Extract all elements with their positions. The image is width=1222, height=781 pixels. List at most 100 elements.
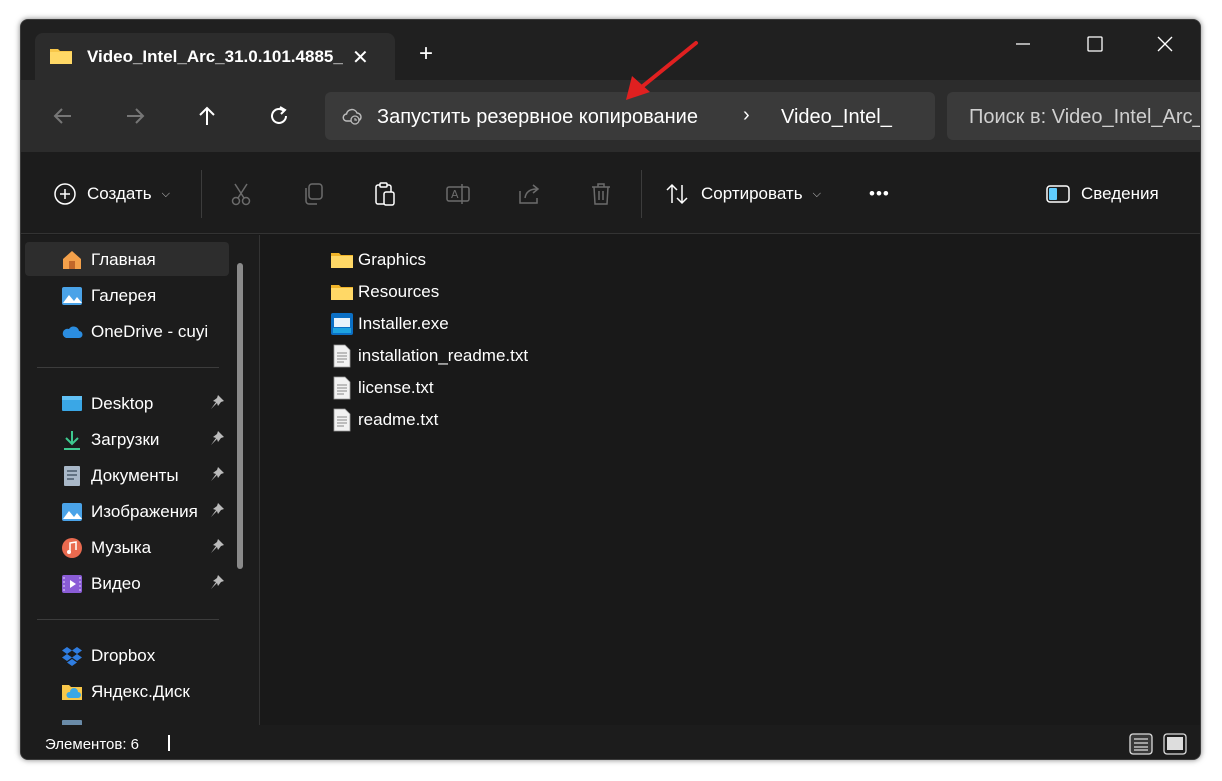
- plus-circle-icon: [54, 183, 76, 205]
- navigation-bar: Запустить резервное копирование › Video_…: [21, 80, 1200, 152]
- navigation-pane: Главная Галерея OneDrive - cuyi Desktop: [21, 235, 259, 725]
- home-icon: [63, 251, 81, 269]
- downloads-icon: [64, 431, 80, 450]
- annotation-arrow-icon: [626, 41, 698, 100]
- sidebar-item-home[interactable]: Главная: [25, 242, 229, 276]
- cut-icon[interactable]: [229, 180, 253, 208]
- paste-icon[interactable]: [373, 180, 397, 208]
- breadcrumb-current-folder[interactable]: Video_Intel_: [781, 106, 892, 129]
- divider: [37, 619, 219, 620]
- sidebar-item-onedrive[interactable]: OneDrive - cuyi: [25, 314, 229, 348]
- create-label: Создать: [87, 184, 152, 203]
- pin-icon: [211, 539, 224, 553]
- sidebar-item-partial[interactable]: [25, 710, 229, 725]
- documents-icon: [64, 466, 80, 486]
- divider: [641, 170, 642, 218]
- text-file-icon: [333, 344, 351, 368]
- file-name: license.txt: [358, 378, 434, 397]
- details-view-icon[interactable]: [1129, 733, 1153, 755]
- tab-current-folder[interactable]: Video_Intel_Arc_31.0.101.4885_ ✕: [35, 33, 395, 80]
- sidebar-item-label: Изображения: [91, 502, 198, 521]
- sidebar-item-gallery[interactable]: Галерея: [25, 278, 229, 312]
- refresh-icon[interactable]: [265, 102, 293, 130]
- sidebar-item-downloads[interactable]: Загрузки: [25, 422, 229, 456]
- pin-icon: [211, 467, 224, 481]
- sidebar-item-yandex-disk[interactable]: Яндекс.Диск: [25, 674, 229, 708]
- file-list: Graphics Resources Installer.exe install…: [260, 235, 1200, 725]
- desktop-icon: [62, 720, 82, 725]
- gallery-icon: [62, 287, 82, 305]
- sidebar-item-label: Яндекс.Диск: [91, 682, 190, 701]
- command-bar: Создать ⌵ A Сортировать ⌵ ••• Сведения: [21, 152, 1200, 234]
- sidebar-item-label: Документы: [91, 466, 179, 485]
- rename-icon[interactable]: A: [445, 180, 471, 208]
- tab-title: Video_Intel_Arc_31.0.101.4885_: [87, 47, 343, 66]
- svg-text:A: A: [451, 188, 459, 201]
- sidebar-item-label: OneDrive - cuyi: [91, 322, 209, 341]
- tab-close-icon[interactable]: ✕: [352, 45, 369, 70]
- chevron-down-icon: ⌵: [161, 187, 170, 200]
- text-caret: [168, 735, 170, 751]
- file-name: Graphics: [358, 250, 427, 269]
- file-name: installation_readme.txt: [358, 346, 529, 365]
- sort-button[interactable]: Сортировать ⌵: [665, 180, 821, 208]
- close-icon[interactable]: [1155, 34, 1175, 54]
- arrow-left-icon[interactable]: [49, 102, 77, 130]
- divider: [201, 170, 202, 218]
- new-tab-button[interactable]: +: [419, 42, 433, 66]
- minimize-icon[interactable]: [1013, 34, 1033, 54]
- text-file-icon: [333, 376, 351, 400]
- file-name: readme.txt: [358, 410, 439, 429]
- file-name: Resources: [358, 282, 440, 301]
- file-name: Installer.exe: [358, 314, 449, 333]
- arrow-up-icon[interactable]: [193, 102, 221, 130]
- desktop-icon: [62, 396, 82, 411]
- share-icon[interactable]: [517, 180, 543, 208]
- pin-icon: [211, 575, 224, 589]
- maximize-icon[interactable]: [1085, 34, 1105, 54]
- create-button[interactable]: Создать ⌵: [53, 180, 170, 208]
- yandex-disk-icon: [62, 685, 82, 700]
- sidebar-item-music[interactable]: Музыка: [25, 530, 229, 564]
- sidebar-item-label: Главная: [91, 250, 156, 269]
- sidebar-item-label: Музыка: [91, 538, 152, 557]
- pin-icon: [211, 503, 224, 517]
- pictures-icon: [62, 503, 82, 521]
- chevron-down-icon: ⌵: [812, 187, 821, 200]
- sidebar-item-label: Галерея: [91, 286, 157, 305]
- folder-icon: [50, 49, 72, 64]
- breadcrumb-separator[interactable]: ›: [743, 104, 750, 127]
- videos-icon: [62, 575, 82, 593]
- pin-icon: [211, 395, 224, 409]
- cloud-backup-icon[interactable]: [341, 105, 363, 127]
- more-options-button[interactable]: •••: [869, 180, 890, 208]
- search-input[interactable]: Поиск в: Video_Intel_Arc_31.0.101.4885_: [947, 92, 1200, 140]
- folder-icon: [331, 253, 353, 268]
- sidebar-item-desktop[interactable]: Desktop: [25, 386, 229, 420]
- delete-icon[interactable]: [589, 180, 613, 208]
- sidebar-item-label: Desktop: [91, 394, 154, 413]
- sort-label: Сортировать: [701, 184, 803, 203]
- large-icons-view-icon[interactable]: [1163, 733, 1187, 755]
- sidebar-item-label: Загрузки: [91, 430, 160, 449]
- arrow-right-icon[interactable]: [121, 102, 149, 130]
- sidebar-item-label: Видео: [91, 574, 141, 593]
- onedrive-icon: [62, 326, 83, 338]
- backup-link[interactable]: Запустить резервное копирование: [377, 106, 698, 129]
- explorer-window: Video_Intel_Arc_31.0.101.4885_ ✕ + Запус…: [20, 19, 1201, 760]
- status-bar: Элементов: 6: [21, 725, 1200, 759]
- title-bar: Video_Intel_Arc_31.0.101.4885_ ✕ +: [21, 20, 1200, 80]
- text-file-icon: [333, 408, 351, 432]
- sidebar-item-label: Dropbox: [91, 646, 156, 665]
- details-button[interactable]: Сведения: [1045, 180, 1159, 208]
- folder-icon: [331, 285, 353, 300]
- sidebar-item-documents[interactable]: Документы: [25, 458, 229, 492]
- dropbox-icon: [62, 647, 82, 666]
- intel-app-icon: [331, 313, 353, 335]
- sidebar-item-videos[interactable]: Видео: [25, 566, 229, 600]
- sidebar-item-pictures[interactable]: Изображения: [25, 494, 229, 528]
- copy-icon[interactable]: [301, 180, 325, 208]
- pin-icon: [211, 431, 224, 445]
- sidebar-item-dropbox[interactable]: Dropbox: [25, 638, 229, 672]
- sidebar-scrollbar[interactable]: [237, 263, 243, 569]
